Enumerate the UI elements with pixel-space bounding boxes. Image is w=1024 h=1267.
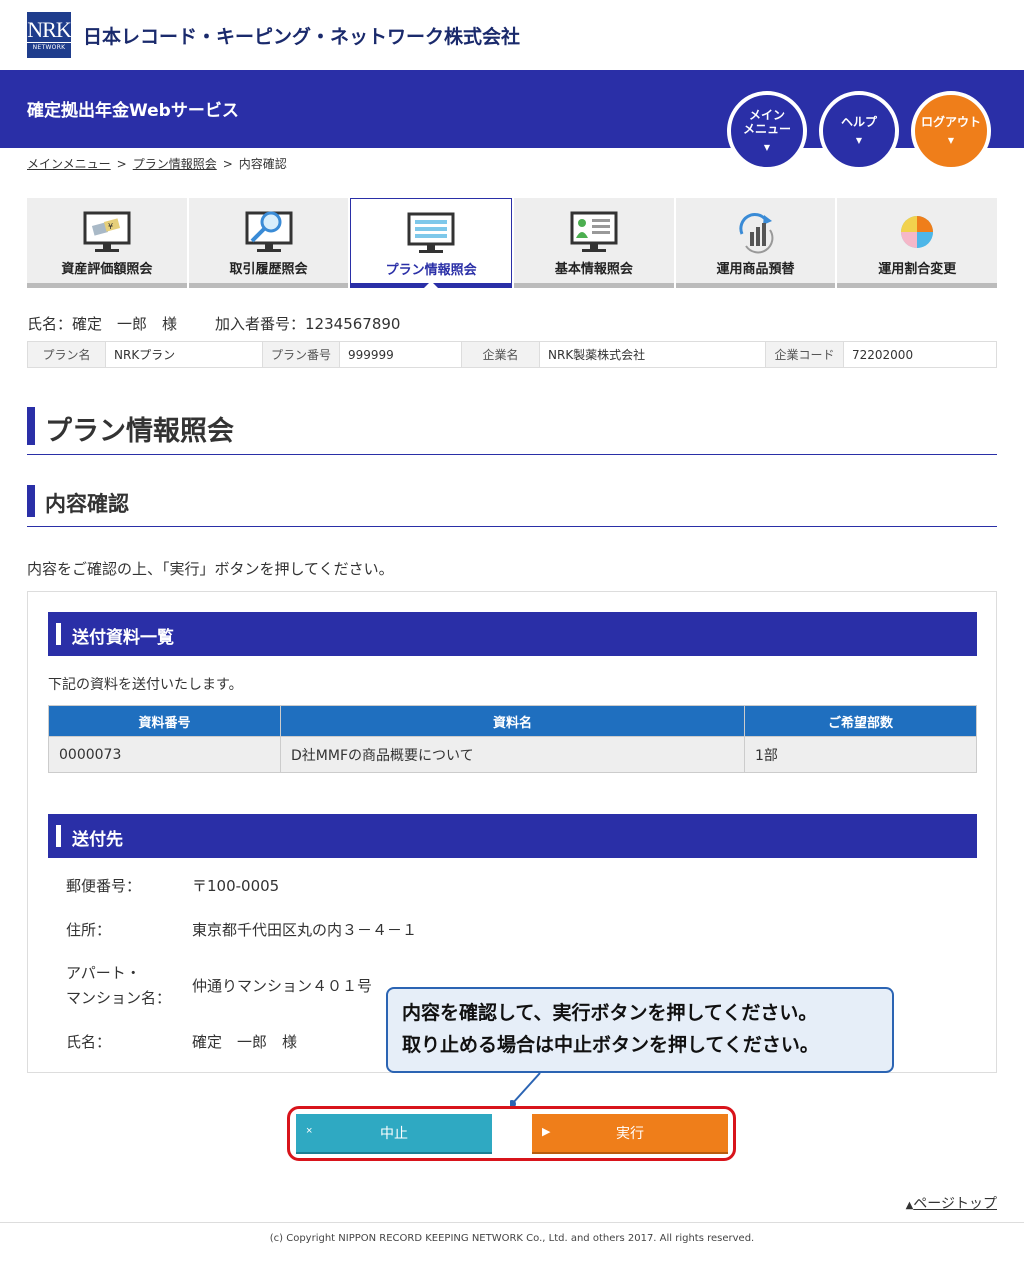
plan-info-table: プラン名 NRKプラン プラン番号 999999 企業名 NRK製薬株式会社 企… [27,341,997,368]
plan-number-value: 999999 [339,341,462,368]
tab-plan-info[interactable]: プラン情報照会 [350,198,513,288]
document-name: D社MMFの商品概要について [280,736,745,773]
address-value: 東京都千代田区丸の内３－４－１ [192,921,418,939]
pie-chart-icon [901,216,934,248]
profile-monitor-icon [570,211,618,252]
company-name: 日本レコード・キーピング・ネットワーク株式会社 [83,25,521,48]
breadcrumb-current: 内容確認 [238,157,287,171]
logout-button[interactable]: ログアウト ▼ [911,91,991,171]
section-title: 内容確認 [27,485,997,527]
breadcrumb-separator: > [116,157,127,171]
documents-heading: 送付資料一覧 [48,612,977,656]
tab-product-switch[interactable]: 運用商品預替 [675,198,836,288]
chevron-down-icon: ▼ [855,135,863,145]
page-title: プラン情報照会 [27,407,997,455]
recipient-name-label: 氏名： [66,1033,112,1051]
breadcrumb-plan-info[interactable]: プラン情報照会 [133,157,217,171]
help-button[interactable]: ヘルプ ▼ [819,91,899,171]
callout-line-2: 取り止める場合は中止ボタンを押してください。 [402,1034,819,1056]
chevron-down-icon: ▼ [763,142,771,152]
search-monitor-icon [245,211,292,252]
section-title-text: 内容確認 [45,492,129,516]
postal-value: 〒100-0005 [192,877,280,895]
column-header: 資料名 [280,705,745,737]
company-code-value: 72202000 [843,341,997,368]
tab-basic-info[interactable]: 基本情報照会 [514,198,674,288]
help-label: ヘルプ [840,114,877,129]
table-row: 0000073 D社MMFの商品概要について 1部 [48,736,977,773]
documents-heading-text: 送付資料一覧 [72,628,174,648]
breadcrumb-main-menu[interactable]: メインメニュー [27,157,111,171]
member-info: 氏名：確定 一郎 様 加入者番号：1234567890 [27,313,400,334]
logout-label: ログアウト [920,114,981,129]
apartment-label-1: アパート・ [66,964,141,982]
nrk-logo[interactable]: NRK NETWORK [25,12,73,58]
play-icon: ▶ [542,1126,551,1138]
logo-text: NRK [25,17,73,43]
company-value: NRK製薬株式会社 [539,341,766,368]
page-top-link[interactable]: ▲ページトップ [906,1193,997,1213]
breadcrumb-separator: > [222,157,233,171]
plan-name-label: プラン名 [27,341,106,368]
instruction-text: 内容をご確認の上、「実行」ボタンを押してください。 [27,560,394,578]
column-header: ご希望部数 [744,705,977,737]
tab-allocation-change[interactable]: 運用割合変更 [837,198,998,288]
service-title: 確定拠出年金Webサービス [27,101,239,121]
cancel-label: 中止 [380,1125,408,1141]
tab-label: 運用商品預替 [716,262,795,277]
function-tabs: ¥ 資産評価額照会 取引履歴照会 プラン情報照会 基本情報照会 運用商品預替 運… [27,198,998,288]
document-copies: 1部 [744,736,977,773]
recipient-name-value: 確定 一郎 様 [192,1033,298,1051]
documents-table: 資料番号 資料名 ご希望部数 0000073 D社MMFの商品概要について 1部 [48,705,977,773]
tab-asset-valuation[interactable]: ¥ 資産評価額照会 [27,198,187,288]
switch-chart-icon [738,213,773,254]
table-header-row: 資料番号 資料名 ご希望部数 [48,705,977,737]
tab-label: 基本情報照会 [554,262,633,277]
tab-label: 資産評価額照会 [61,262,153,277]
destination-heading-text: 送付先 [72,830,123,850]
page-title-text: プラン情報照会 [45,416,234,447]
copyright: (c) Copyright NIPPON RECORD KEEPING NETW… [269,1233,755,1244]
tab-label: プラン情報照会 [385,263,477,278]
tab-label: 取引履歴照会 [229,262,308,277]
documents-note: 下記の資料を送付いたします。 [48,677,243,693]
plan-monitor-icon [407,212,455,253]
main-menu-button[interactable]: メイン メニュー ▼ [727,91,807,171]
footer-divider [0,1222,1024,1223]
cancel-button[interactable]: × 中止 [296,1114,492,1152]
member-number: 加入者番号：1234567890 [215,315,401,333]
column-header: 資料番号 [48,705,281,737]
apartment-label-2: マンション名： [66,989,172,1007]
execute-button[interactable]: ▶ 実行 [532,1114,728,1152]
postal-label: 郵便番号： [66,877,142,895]
destination-heading: 送付先 [48,814,977,858]
plan-name-value: NRKプラン [105,341,263,368]
document-number: 0000073 [48,736,281,773]
plan-number-label: プラン番号 [262,341,340,368]
callout-pointer [510,1072,541,1108]
address-label: 住所： [66,921,112,939]
brand: NRK NETWORK 日本レコード・キーピング・ネットワーク株式会社 [25,12,521,58]
chevron-down-icon: ▼ [947,135,955,145]
svg-text:¥: ¥ [108,222,113,231]
apartment-value: 仲通りマンション４０１号 [192,977,373,995]
company-code-label: 企業コード [765,341,844,368]
callout-line-1: 内容を確認して、実行ボタンを押してください。 [402,1002,818,1024]
asset-monitor-icon: ¥ [83,211,131,252]
logo-subtext: NETWORK [32,44,66,51]
company-label: 企業名 [461,341,540,368]
breadcrumb: メインメニュー > プラン情報照会 > 内容確認 [27,155,287,172]
close-icon: × [306,1125,313,1137]
page-top-label[interactable]: ページトップ [913,1196,997,1212]
member-name: 氏名：確定 一郎 様 [27,315,178,333]
tab-label: 運用割合変更 [878,262,957,277]
execute-label: 実行 [616,1125,644,1141]
instruction-callout: 内容を確認して、実行ボタンを押してください。 取り止める場合は中止ボタンを押して… [386,987,894,1073]
main-menu-label-2: メニュー [742,121,791,136]
main-menu-label-1: メイン [748,107,785,122]
tab-transaction-history[interactable]: 取引履歴照会 [188,198,349,288]
